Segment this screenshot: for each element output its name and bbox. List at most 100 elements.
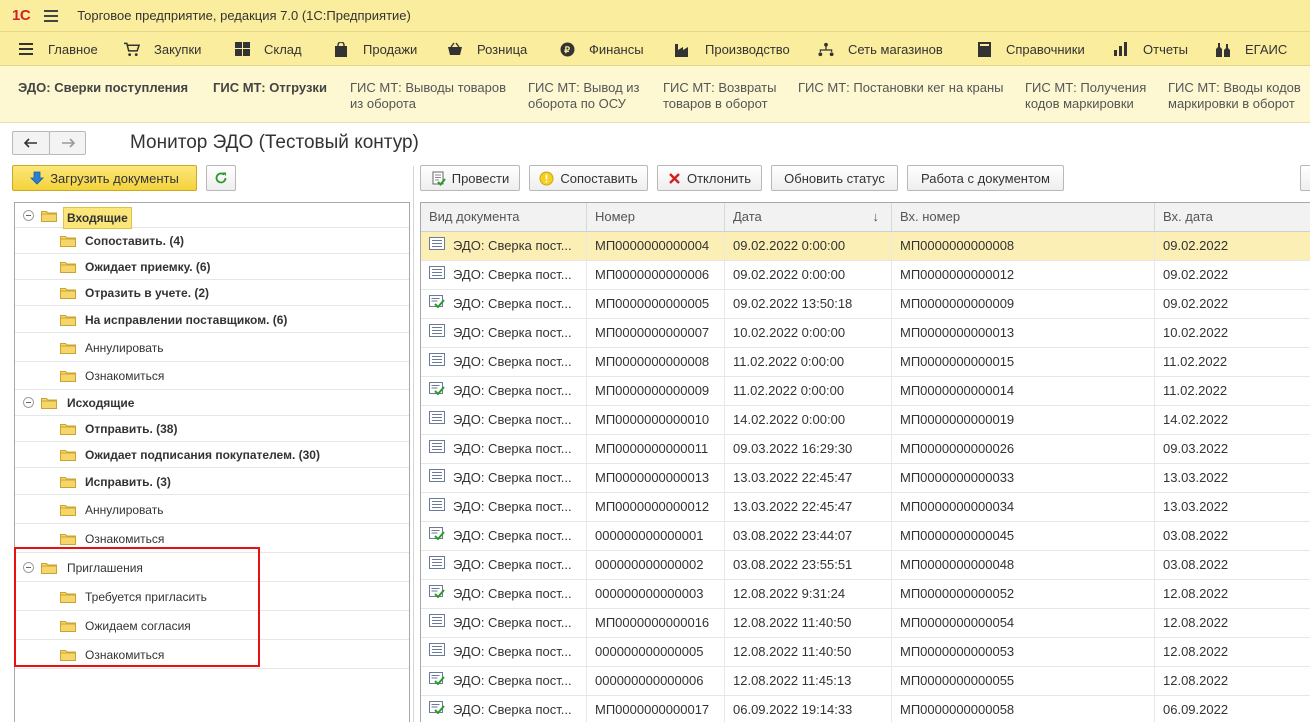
section-6[interactable]: Производство bbox=[675, 32, 790, 66]
section-10[interactable]: ЕГАИС bbox=[1215, 32, 1287, 66]
section-label: Закупки bbox=[154, 41, 202, 57]
table-row[interactable]: ЭДО: Сверка пост... МП0000000000013 13.03.… bbox=[421, 464, 1310, 493]
cell-type: ЭДО: Сверка пост... bbox=[421, 580, 587, 608]
section-9[interactable]: Отчеты bbox=[1113, 32, 1188, 66]
refresh-button[interactable] bbox=[206, 165, 236, 191]
table-row[interactable]: ЭДО: Сверка пост... МП0000000000008 11.02.… bbox=[421, 348, 1310, 377]
open-window-tab-5[interactable]: ГИС МТ: Постановки кег на краны bbox=[798, 80, 1003, 96]
open-window-tab-1[interactable]: ГИС МТ: Отгрузки bbox=[213, 80, 327, 96]
cell-type: ЭДО: Сверка пост... bbox=[421, 290, 587, 318]
forward-button[interactable] bbox=[49, 131, 86, 155]
cell-text: 03.08.2022 bbox=[1163, 557, 1229, 572]
cell-text: МП0000000000026 bbox=[900, 441, 1015, 456]
table-row[interactable]: ЭДО: Сверка пост... 000000000000001 03.08.… bbox=[421, 522, 1310, 551]
tree-item[interactable]: Отправить. (38) bbox=[15, 416, 409, 442]
table-row[interactable]: ЭДО: Сверка пост... 000000000000003 12.08.… bbox=[421, 580, 1310, 609]
section-label: Справочники bbox=[1006, 41, 1085, 57]
splitter[interactable] bbox=[413, 166, 414, 722]
bag-icon bbox=[333, 41, 349, 57]
section-5[interactable]: ₽ Финансы bbox=[559, 32, 644, 66]
tree-item[interactable]: Аннулировать bbox=[15, 495, 409, 524]
cell-text: 10.02.2022 bbox=[1163, 325, 1229, 340]
open-window-tab-2[interactable]: ГИС МТ: Выводы товаров из оборота bbox=[350, 80, 506, 112]
app-logo[interactable]: 1С bbox=[12, 7, 31, 24]
section-label: Розница bbox=[477, 41, 528, 57]
collapse-toggle-icon[interactable] bbox=[23, 397, 34, 408]
cell-type: ЭДО: Сверка пост... bbox=[421, 551, 587, 579]
tree-item[interactable]: Сопоставить. (4) bbox=[15, 228, 409, 254]
reject-button[interactable]: Отклонить bbox=[657, 165, 762, 191]
tree-group[interactable]: Исходящие bbox=[15, 390, 409, 416]
cell-indate: 12.08.2022 bbox=[1155, 580, 1310, 608]
tree-item[interactable]: Ожидает приемку. (6) bbox=[15, 254, 409, 280]
table-row[interactable]: ЭДО: Сверка пост... 000000000000005 12.08.… bbox=[421, 638, 1310, 667]
open-window-tab-line2: из оборота bbox=[350, 96, 416, 111]
table-row[interactable]: ЭДО: Сверка пост... МП0000000000010 14.02.… bbox=[421, 406, 1310, 435]
column-header-in-date[interactable]: Вх. дата bbox=[1155, 203, 1310, 231]
section-3[interactable]: Продажи bbox=[333, 32, 417, 66]
open-window-tab-0[interactable]: ЭДО: Сверки поступления bbox=[18, 80, 188, 96]
column-header-type[interactable]: Вид документа bbox=[421, 203, 587, 231]
table-row[interactable]: ЭДО: Сверка пост... МП0000000000007 10.02.… bbox=[421, 319, 1310, 348]
section-8[interactable]: Справочники bbox=[976, 32, 1085, 66]
open-window-tab-3[interactable]: ГИС МТ: Вывод из оборота по ОСУ bbox=[528, 80, 640, 112]
cell-text: 09.02.2022 bbox=[1163, 238, 1229, 253]
section-2[interactable]: Склад bbox=[234, 32, 302, 66]
menu-lines-icon bbox=[18, 41, 34, 57]
open-window-tab-line1: ЭДО: Сверки поступления bbox=[18, 80, 189, 95]
back-button[interactable] bbox=[12, 131, 50, 155]
column-header-number[interactable]: Номер bbox=[587, 203, 725, 231]
section-0[interactable]: Главное bbox=[18, 32, 98, 66]
load-documents-button[interactable]: Загрузить документы bbox=[12, 165, 197, 191]
column-header-date[interactable]: Дата ↓ bbox=[725, 203, 892, 231]
table-row[interactable]: ЭДО: Сверка пост... МП0000000000017 06.09.… bbox=[421, 696, 1310, 722]
section-1[interactable]: Закупки bbox=[124, 32, 201, 66]
table-row[interactable]: ЭДО: Сверка пост... МП0000000000006 09.02.… bbox=[421, 261, 1310, 290]
table-row[interactable]: ЭДО: Сверка пост... МП0000000000011 09.03.… bbox=[421, 435, 1310, 464]
open-window-tab-4[interactable]: ГИС МТ: Возвраты товаров в оборот bbox=[663, 80, 776, 112]
folder-icon bbox=[60, 287, 76, 299]
main-menu-icon[interactable] bbox=[44, 9, 59, 22]
cell-text: 06.09.2022 19:14:33 bbox=[733, 702, 853, 717]
cell-text: МП0000000000055 bbox=[900, 673, 1015, 688]
section-7[interactable]: Сеть магазинов bbox=[818, 32, 943, 66]
posted-document-icon bbox=[429, 667, 445, 695]
cell-text: 03.08.2022 23:44:07 bbox=[733, 528, 853, 543]
folder-icon bbox=[60, 261, 76, 273]
tree-item[interactable]: Отразить в учете. (2) bbox=[15, 280, 409, 306]
table-row[interactable]: ЭДО: Сверка пост... 000000000000002 03.08.… bbox=[421, 551, 1310, 580]
cell-num: 000000000000001 bbox=[587, 522, 725, 550]
cell-text: МП0000000000013 bbox=[900, 325, 1015, 340]
cell-innum: МП0000000000008 bbox=[892, 232, 1155, 260]
table-row[interactable]: ЭДО: Сверка пост... МП0000000000009 11.02.… bbox=[421, 377, 1310, 406]
open-window-tab-line2: маркировки в оборот bbox=[1168, 96, 1295, 111]
section-4[interactable]: Розница bbox=[447, 32, 527, 66]
column-header-in-number[interactable]: Вх. номер bbox=[892, 203, 1155, 231]
folder-icon bbox=[41, 210, 57, 222]
update-status-button[interactable]: Обновить статус bbox=[771, 165, 898, 191]
tree-group[interactable]: Входящие bbox=[15, 203, 409, 229]
cell-text: 12.08.2022 11:40:50 bbox=[733, 615, 852, 630]
cell-num: МП0000000000012 bbox=[587, 493, 725, 521]
cell-text: МП0000000000007 bbox=[595, 325, 710, 340]
open-window-tab-7[interactable]: ГИС МТ: Вводы кодов маркировки в оборот bbox=[1168, 80, 1301, 112]
collapse-toggle-icon[interactable] bbox=[23, 209, 34, 221]
tree-item[interactable]: Ожидает подписания покупателем. (30) bbox=[15, 442, 409, 468]
tree-item[interactable]: Ознакомиться bbox=[15, 362, 409, 390]
table-row[interactable]: ЭДО: Сверка пост... МП0000000000016 12.08.… bbox=[421, 609, 1310, 638]
cell-text: 12.08.2022 bbox=[1163, 615, 1229, 630]
work-with-document-button[interactable]: Работа с документом bbox=[907, 165, 1064, 191]
table-row[interactable]: ЭДО: Сверка пост... МП0000000000004 09.02.… bbox=[421, 232, 1310, 261]
tree-item[interactable]: Аннулировать bbox=[15, 333, 409, 362]
cell-text: 12.08.2022 bbox=[1163, 673, 1229, 688]
more-button[interactable] bbox=[1300, 165, 1310, 191]
table-row[interactable]: ЭДО: Сверка пост... 000000000000006 12.08.… bbox=[421, 667, 1310, 696]
cell-num: МП0000000000004 bbox=[587, 232, 725, 260]
table-row[interactable]: ЭДО: Сверка пост... МП0000000000005 09.02.… bbox=[421, 290, 1310, 319]
table-row[interactable]: ЭДО: Сверка пост... МП0000000000012 13.03.… bbox=[421, 493, 1310, 522]
tree-item[interactable]: На исправлении поставщиком. (6) bbox=[15, 306, 409, 333]
tree-item[interactable]: Исправить. (3) bbox=[15, 468, 409, 495]
open-window-tab-6[interactable]: ГИС МТ: Получения кодов маркировки bbox=[1025, 80, 1146, 112]
match-button[interactable]: Сопоставить bbox=[529, 165, 648, 191]
post-button[interactable]: Провести bbox=[420, 165, 520, 191]
